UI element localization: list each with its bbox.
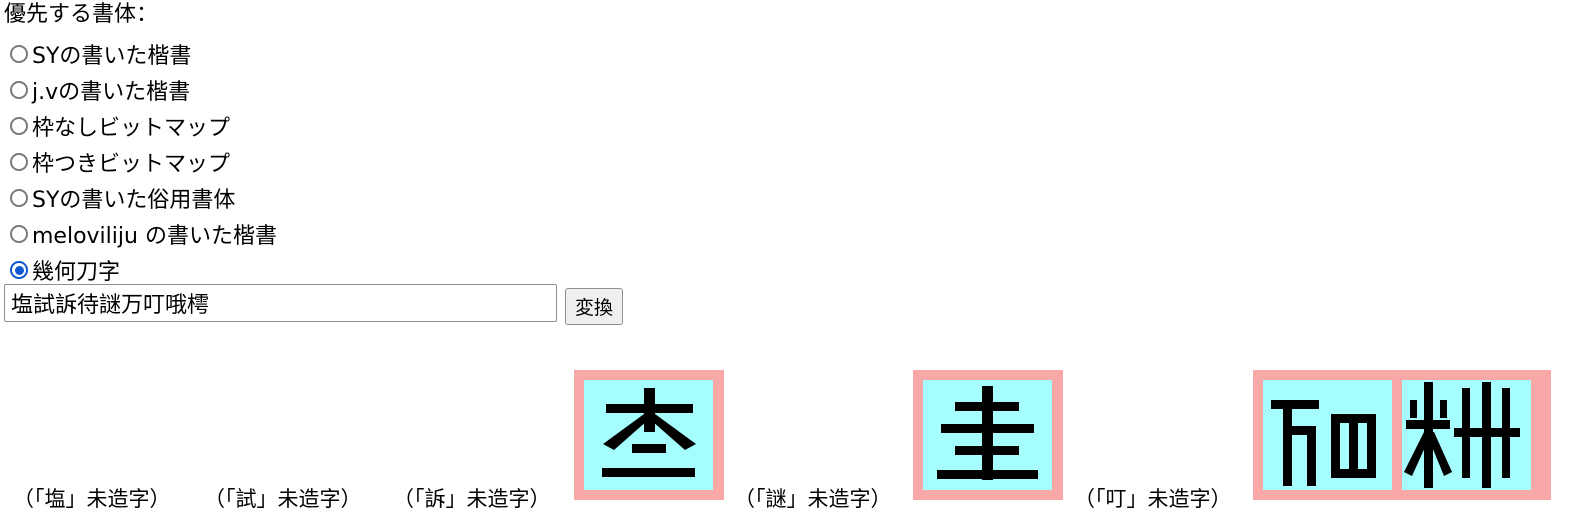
- radio-option-kika-touji[interactable]: 幾何刀字: [10, 252, 277, 288]
- font-options: SYの書いた楷書 j.vの書いた楷書 枠なしビットマップ 枠つきビットマップ S…: [10, 36, 277, 288]
- missing-glyph-note: （「試」未造字）: [204, 487, 362, 511]
- radio-button[interactable]: [10, 189, 28, 207]
- glyph-image-kei: [923, 380, 1052, 490]
- radio-button[interactable]: [10, 117, 28, 135]
- glyph-image-frame: [574, 370, 724, 500]
- radio-button[interactable]: [10, 225, 28, 243]
- radio-button[interactable]: [10, 81, 28, 99]
- radio-option-bitmap-framed[interactable]: 枠つきビットマップ: [10, 144, 277, 180]
- radio-label: meloviliju の書いた楷書: [32, 224, 277, 249]
- glyph-image-ga: [1263, 380, 1392, 490]
- missing-glyph-note: （「謎」未造字）: [734, 487, 892, 511]
- text-input[interactable]: [4, 284, 557, 322]
- radio-option-meloviliju-kaisho[interactable]: meloviliju の書いた楷書: [10, 216, 277, 252]
- radio-label: 枠つきビットマップ: [32, 152, 231, 177]
- radio-label: j.vの書いた楷書: [32, 80, 191, 105]
- radio-label: 枠なしビットマップ: [32, 116, 231, 141]
- radio-option-jv-kaisho[interactable]: j.vの書いた楷書: [10, 72, 277, 108]
- radio-button[interactable]: [10, 45, 28, 63]
- radio-label: 幾何刀字: [32, 260, 121, 285]
- glyph-image-cho: [1402, 380, 1531, 490]
- missing-glyph-note: （「塩」未造字）: [13, 487, 171, 511]
- radio-option-sy-popular[interactable]: SYの書いた俗用書体: [10, 180, 277, 216]
- glyph-image-dai: [584, 380, 713, 490]
- glyph-image-frame: [913, 370, 1063, 500]
- convert-button[interactable]: 変換: [565, 288, 623, 325]
- page: 優先する書体： SYの書いた楷書 j.vの書いた楷書 枠なしビットマップ 枠つき…: [0, 0, 1581, 532]
- radio-label: SYの書いた楷書: [32, 44, 192, 69]
- missing-glyph-note: （「訴」未造字）: [393, 487, 551, 511]
- radio-button-selected[interactable]: [10, 261, 28, 279]
- radio-button[interactable]: [10, 153, 28, 171]
- radio-option-bitmap-unframed[interactable]: 枠なしビットマップ: [10, 108, 277, 144]
- radio-label: SYの書いた俗用書体: [32, 188, 236, 213]
- glyph-image-frame: [1253, 370, 1551, 500]
- missing-glyph-note: （「叮」未造字）: [1074, 487, 1232, 511]
- font-preference-heading: 優先する書体：: [4, 2, 159, 27]
- radio-option-sy-kaisho[interactable]: SYの書いた楷書: [10, 36, 277, 72]
